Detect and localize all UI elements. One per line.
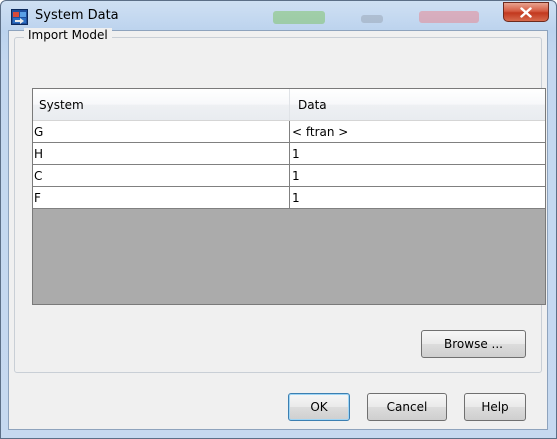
cell-system[interactable]: H [33,143,290,164]
column-header-system[interactable]: System [33,89,290,120]
cancel-button[interactable]: Cancel [367,393,447,421]
table-row[interactable]: H 1 [33,143,545,165]
window-title: System Data [35,8,119,23]
help-button[interactable]: Help [464,393,526,421]
column-header-data[interactable]: Data [290,89,545,120]
background-window-red [419,11,479,23]
import-model-group-label: Import Model [24,28,112,42]
close-icon [520,6,532,18]
background-window-gray [361,15,383,23]
table-row[interactable]: C 1 [33,165,545,187]
system-data-app-icon [11,9,28,25]
title-bar[interactable]: System Data [1,1,556,31]
close-button[interactable] [503,2,549,22]
cell-data[interactable]: 1 [291,187,545,208]
cell-data[interactable]: 1 [291,165,545,186]
cell-system[interactable]: G [33,121,290,142]
cell-system[interactable]: F [33,187,290,208]
browse-button[interactable]: Browse ... [421,330,526,358]
cell-system[interactable]: C [33,165,290,186]
cell-data[interactable]: < ftran > [291,121,545,142]
cell-data[interactable]: 1 [291,143,545,164]
table-row[interactable]: F 1 [33,187,545,209]
table-row[interactable]: G < ftran > [33,121,545,143]
system-data-table[interactable]: System Data G < ftran > H 1 C 1 F 1 [32,88,546,305]
table-header: System Data [33,89,545,121]
background-window-green [273,11,325,24]
ok-button[interactable]: OK [288,393,350,421]
